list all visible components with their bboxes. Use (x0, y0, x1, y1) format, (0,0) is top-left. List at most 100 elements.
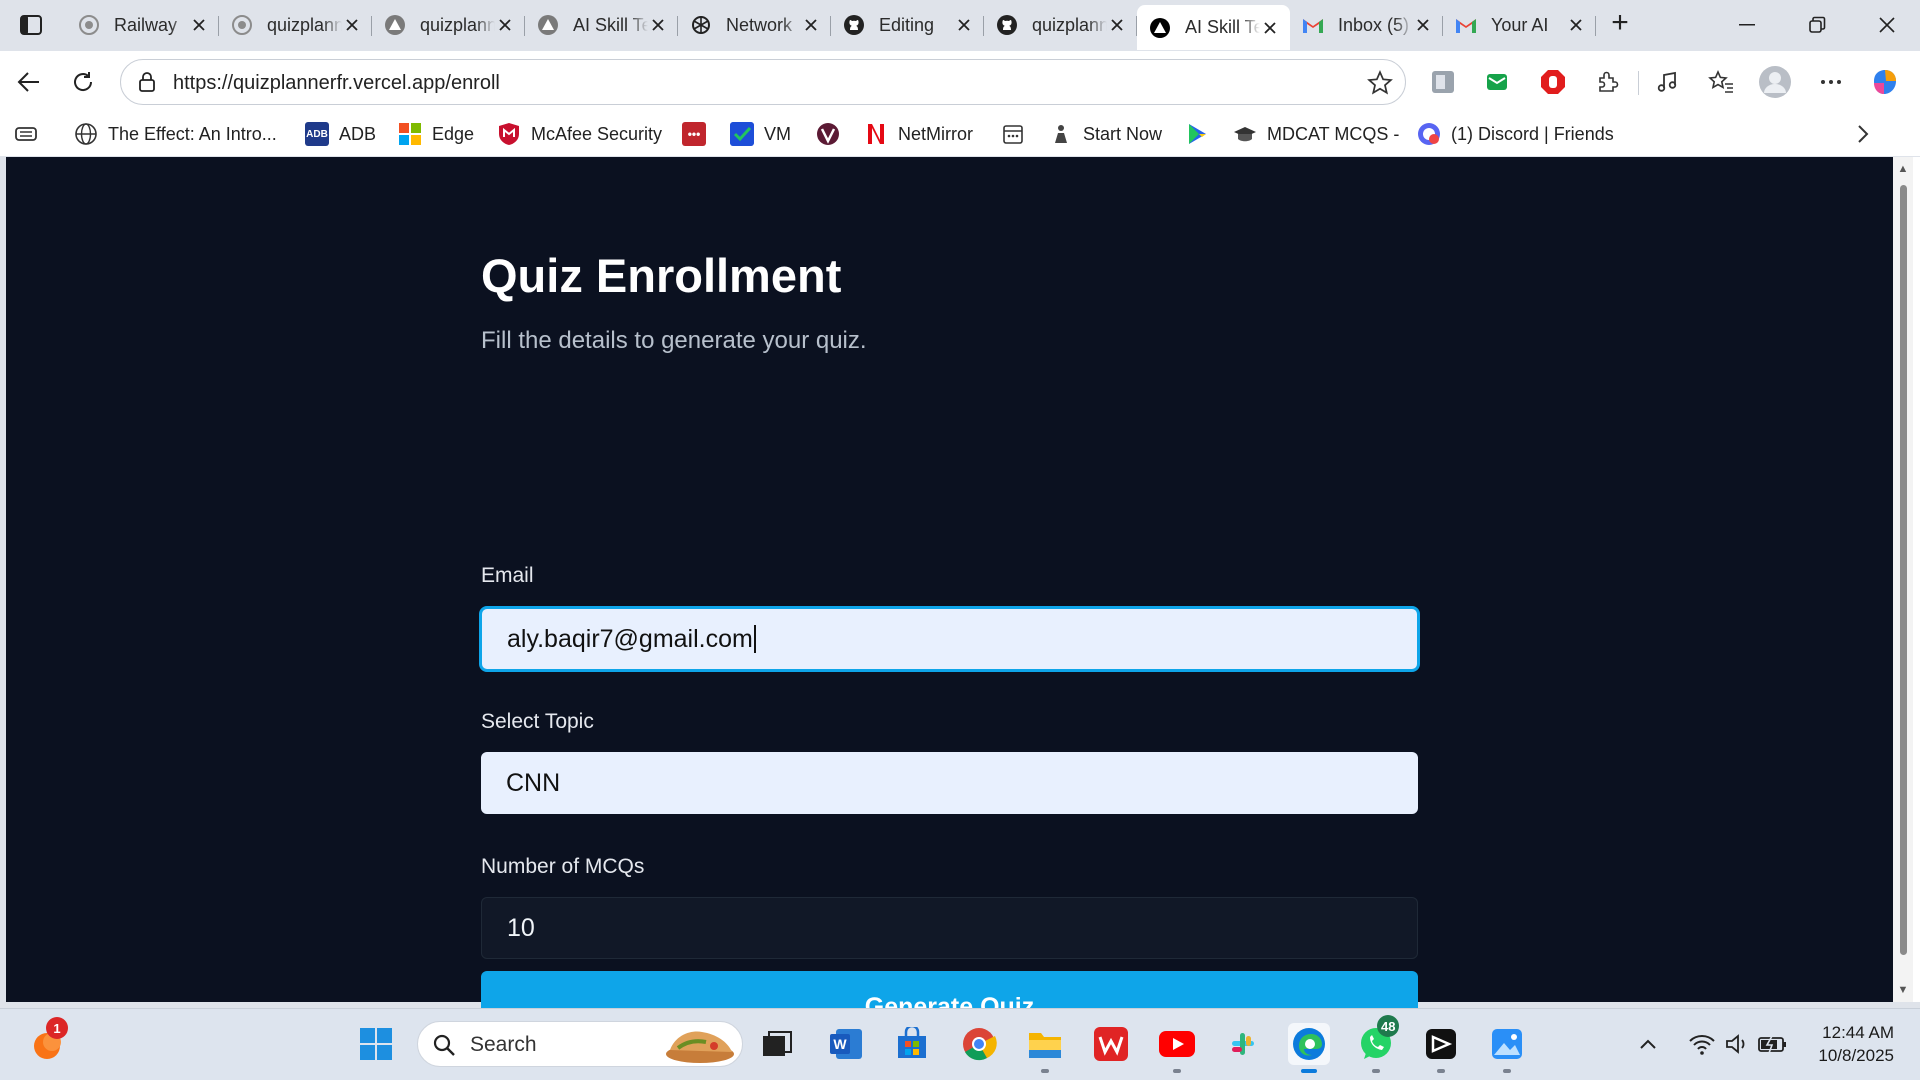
bookmark-label: ADB (339, 123, 377, 144)
close-tab-icon[interactable] (342, 15, 362, 35)
close-tab-icon[interactable] (1413, 15, 1433, 35)
extensions-button[interactable] (1588, 63, 1626, 101)
volume-icon (1726, 1034, 1745, 1054)
close-tab-icon[interactable] (1566, 15, 1586, 35)
tab[interactable]: Inbox (5) (1290, 6, 1443, 44)
bookmarks-overflow-button[interactable] (1856, 121, 1870, 147)
bookmark-start-now[interactable]: Start Now (1049, 121, 1162, 147)
youtube-app[interactable] (1156, 1023, 1198, 1073)
system-tray-status[interactable] (1678, 1023, 1798, 1065)
start-button[interactable] (355, 1023, 397, 1065)
bookmark-play-store[interactable] (1185, 121, 1219, 147)
scrollbar-thumb[interactable] (1900, 185, 1907, 955)
minimize-button[interactable] (1712, 0, 1782, 50)
scroll-up-arrow-icon[interactable]: ▲ (1897, 163, 1909, 175)
tab[interactable]: Railway (66, 6, 219, 44)
back-button[interactable] (10, 63, 48, 101)
topic-select[interactable]: CNN (481, 752, 1418, 814)
reload-button[interactable] (64, 63, 102, 101)
photos-app[interactable] (1486, 1023, 1528, 1073)
wps-app[interactable] (1090, 1023, 1132, 1065)
store-app[interactable] (891, 1023, 933, 1065)
media-button[interactable] (1648, 63, 1686, 101)
file-explorer-app[interactable] (1024, 1023, 1066, 1073)
running-indicator (1041, 1069, 1049, 1073)
bookmark-mdcat[interactable]: MDCAT MCQS - (1233, 121, 1399, 147)
chrome-app[interactable] (958, 1023, 1000, 1065)
tab[interactable]: quizplanner (372, 6, 525, 44)
edge-browser-icon (1293, 1028, 1325, 1060)
cap-icon (1233, 122, 1257, 146)
system-clock[interactable]: 12:44 AM 10/8/2025 (1818, 1021, 1894, 1067)
edge-app[interactable] (1288, 1023, 1330, 1073)
close-tab-icon[interactable] (954, 15, 974, 35)
extension-button-1[interactable] (1424, 63, 1462, 101)
capcut-app[interactable] (1420, 1023, 1462, 1073)
settings-menu-button[interactable] (1812, 63, 1850, 101)
close-tab-icon[interactable] (495, 15, 515, 35)
word-app[interactable]: W (825, 1023, 867, 1065)
tab[interactable]: quizplanner (219, 6, 372, 44)
bookmark-adb[interactable]: ADB ADB (305, 121, 376, 147)
restore-button[interactable] (1782, 0, 1852, 50)
extension-button-2[interactable] (1478, 63, 1516, 101)
copilot-icon (1874, 70, 1896, 94)
lock-icon[interactable] (135, 70, 159, 94)
slack-app[interactable] (1222, 1023, 1264, 1065)
vertical-scrollbar[interactable]: ▲ ▼ (1893, 157, 1913, 1002)
close-tab-icon[interactable] (801, 15, 821, 35)
address-bar[interactable]: https://quizplannerfr.vercel.app/enroll (120, 59, 1406, 105)
bookmark-v-logo[interactable] (816, 121, 850, 147)
scroll-down-arrow-icon[interactable]: ▼ (1897, 984, 1909, 996)
tab[interactable]: AI Skill Test (525, 6, 678, 44)
url-text[interactable]: https://quizplannerfr.vercel.app/enroll (173, 72, 500, 95)
favorites-button[interactable] (1702, 63, 1740, 101)
battery-charging-icon (1758, 1035, 1786, 1054)
weather-widget[interactable]: 1 (26, 1017, 68, 1065)
bookmarks-bar: The Effect: An Intro... ADB ADB Edge McAf… (0, 112, 1920, 156)
tab[interactable]: quizplanner (984, 6, 1137, 44)
favorite-star-icon[interactable] (1367, 70, 1393, 96)
profile-card-icon (1432, 71, 1454, 93)
bookmark-netmirror[interactable]: NetMirror (864, 121, 973, 147)
github-icon (843, 14, 865, 36)
tab[interactable]: Network (678, 6, 831, 44)
tab-actions-button[interactable] (14, 10, 48, 40)
close-window-button[interactable] (1852, 0, 1920, 50)
taskbar-search[interactable]: Search (417, 1021, 743, 1067)
music-note-icon (1657, 71, 1677, 92)
close-tab-icon[interactable] (1260, 18, 1280, 38)
bookmark-vm[interactable]: VM (730, 121, 791, 147)
tab[interactable]: Your AI (1443, 6, 1596, 44)
whatsapp-app[interactable]: 48 (1355, 1015, 1400, 1073)
tab-active[interactable]: AI Skill Test (1137, 5, 1290, 50)
bookmark-mcafee[interactable]: McAfee Security (497, 121, 662, 147)
close-tab-icon[interactable] (648, 15, 668, 35)
globe-icon (231, 14, 253, 36)
task-view-button[interactable] (756, 1023, 798, 1065)
bookmark-dots-app[interactable]: ••• (682, 121, 716, 147)
tab-title: Inbox (5) (1338, 14, 1410, 35)
tab[interactable]: Editing (831, 6, 984, 44)
search-placeholder: Search (470, 1033, 537, 1056)
bookmark-discord[interactable]: (1) Discord | Friends (1417, 121, 1614, 147)
globe-icon (74, 122, 98, 146)
email-field[interactable]: aly.baqir7@gmail.com (479, 606, 1420, 672)
close-tab-icon[interactable] (189, 15, 209, 35)
bookmark-label: VM (764, 123, 791, 144)
tab-title: Your AI (1491, 14, 1549, 35)
bookmark-calendar[interactable] (1001, 121, 1035, 147)
new-tab-button[interactable]: + (1602, 8, 1638, 40)
profile-button[interactable] (1756, 63, 1794, 101)
page-subtitle: Fill the details to generate your quiz. (481, 327, 867, 354)
reading-list-button[interactable] (14, 121, 38, 147)
mcq-count-field[interactable]: 10 (481, 897, 1418, 959)
clock-date: 10/8/2025 (1818, 1046, 1894, 1065)
bookmark-edge[interactable]: Edge (398, 121, 474, 147)
adblock-extension-button[interactable] (1534, 63, 1572, 101)
copilot-button[interactable] (1866, 63, 1904, 101)
toolbar-divider (1638, 71, 1639, 95)
show-hidden-icons-button[interactable] (1630, 1023, 1666, 1065)
bookmark-effect-intro[interactable]: The Effect: An Intro... (74, 121, 277, 147)
close-tab-icon[interactable] (1107, 15, 1127, 35)
